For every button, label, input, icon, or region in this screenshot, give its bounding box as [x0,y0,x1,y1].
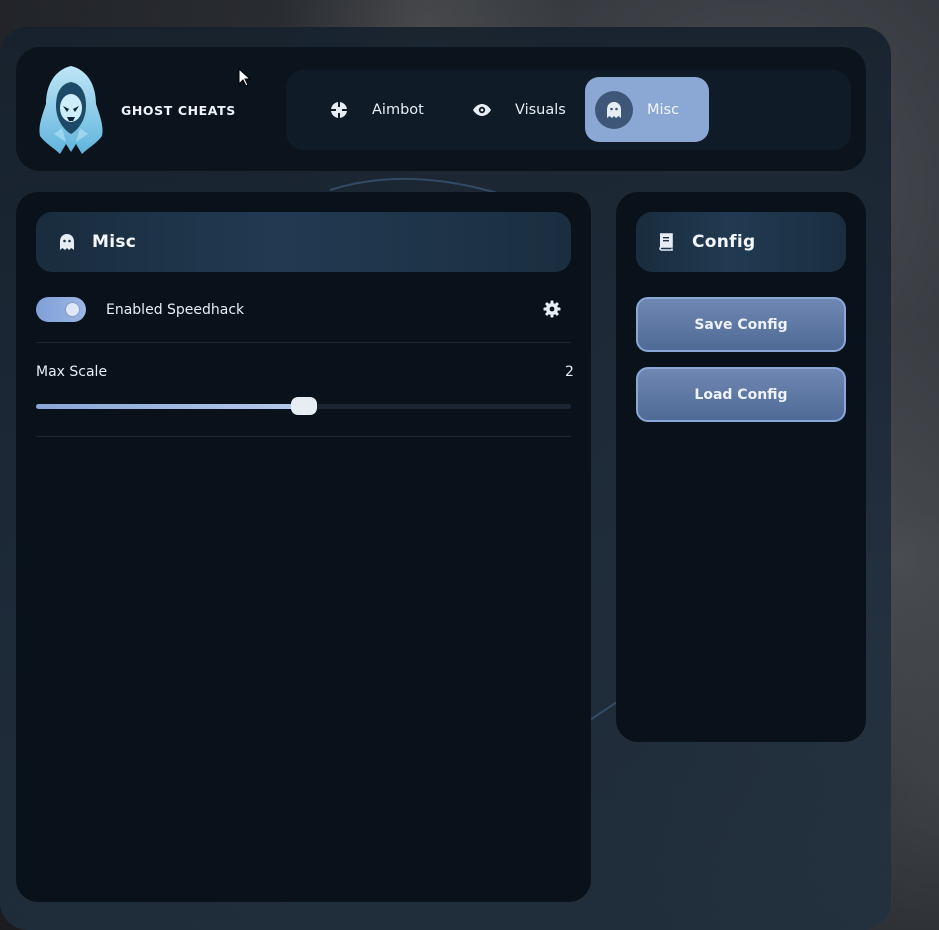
max-scale-label: Max Scale [36,364,108,380]
mouse-cursor-icon [238,68,252,87]
max-scale-slider[interactable] [36,397,571,415]
divider [36,436,571,437]
toggle-knob [66,303,79,316]
misc-panel [16,192,591,902]
brand-name: GHOST CHEATS [121,103,236,118]
ghost-icon [58,233,76,251]
slider-fill [36,404,304,409]
tab-visuals[interactable]: Visuals [453,77,578,142]
book-icon [658,233,674,251]
load-config-button[interactable]: Load Config [636,367,846,422]
save-config-button[interactable]: Save Config [636,297,846,352]
crosshair-icon [320,91,358,129]
tab-misc-label: Misc [647,101,680,118]
speedhack-label: Enabled Speedhack [106,302,245,318]
tab-misc[interactable]: Misc [585,77,709,142]
ghost-logo [39,66,103,154]
config-panel-title: Config [692,232,756,252]
config-panel [616,192,866,742]
tab-aimbot-label: Aimbot [372,101,424,118]
eye-icon [463,91,501,129]
slider-thumb[interactable] [290,397,317,415]
tab-visuals-label: Visuals [515,101,566,118]
speedhack-toggle[interactable] [36,297,86,322]
max-scale-value: 2 [565,364,574,380]
config-panel-header: Config [636,212,846,272]
divider [36,342,571,343]
misc-panel-header: Misc [36,212,571,272]
misc-panel-title: Misc [92,232,137,252]
tab-aimbot[interactable]: Aimbot [310,77,440,142]
ghost-icon [595,90,633,129]
gear-icon[interactable] [543,300,561,322]
